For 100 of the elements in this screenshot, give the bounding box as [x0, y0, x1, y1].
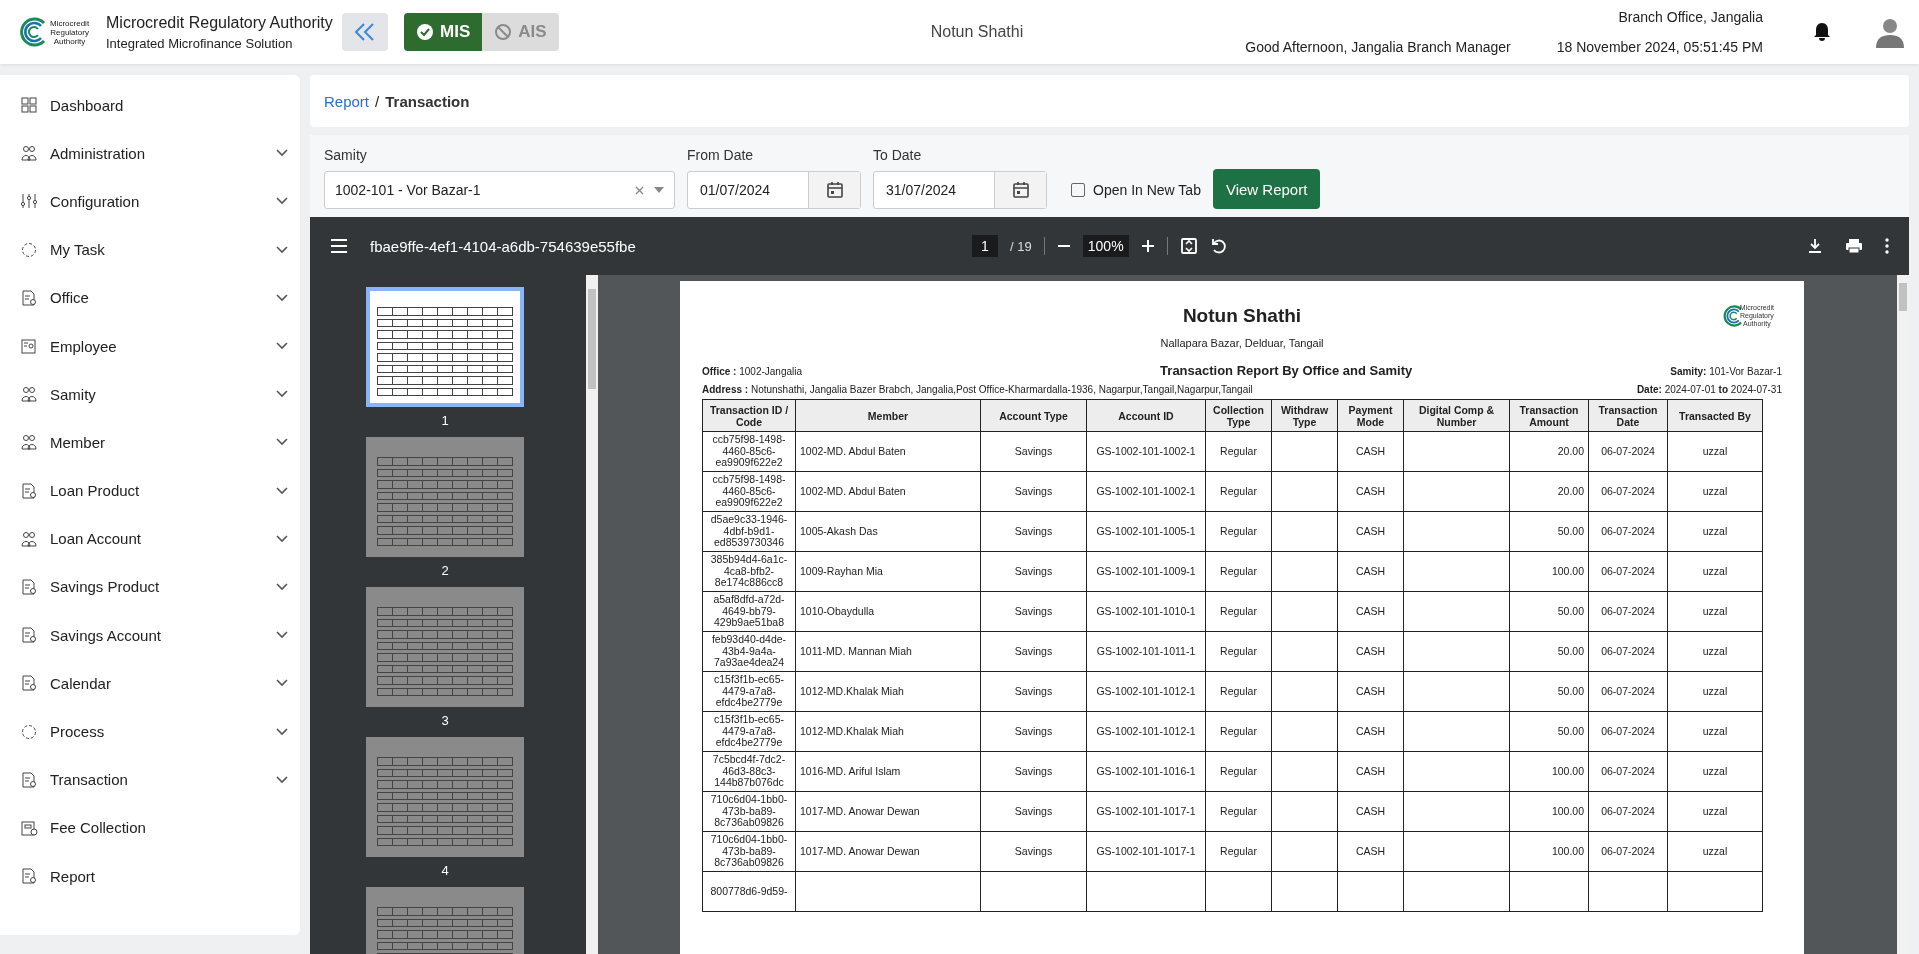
table-cell: Savings [980, 831, 1087, 872]
checkbox[interactable] [1071, 183, 1085, 197]
sidebar-item[interactable]: Loan Product [0, 466, 300, 515]
date-field[interactable]: 01/07/2024 [687, 171, 861, 209]
table-cell: Regular [1205, 471, 1272, 512]
table-cell: uzzal [1667, 431, 1763, 472]
table-cell: GS-1002-101-1010-1 [1086, 591, 1206, 632]
view-report-button[interactable]: View Report [1212, 169, 1321, 209]
column-header: Withdraw Type [1271, 399, 1338, 432]
document-icon [20, 674, 38, 693]
logo-text: Microcredit Regulatory Authority [50, 18, 90, 46]
sidebar-item[interactable]: Transaction [0, 755, 300, 804]
table-cell: 06-07-2024 [1588, 831, 1668, 872]
dotted-circle-icon [20, 722, 38, 741]
breadcrumb-link[interactable]: Report [324, 92, 370, 110]
sidebar-item[interactable]: Employee [0, 321, 300, 371]
page-thumbnail[interactable] [366, 287, 524, 407]
collapse-sidebar-button[interactable] [342, 13, 388, 51]
table-cell: uzzal [1667, 631, 1763, 672]
greeting-text: Good Afternoon, Jangalia Branch Manager [1245, 39, 1511, 55]
menu-icon[interactable] [330, 239, 348, 253]
scrollbar[interactable] [586, 275, 598, 954]
print-icon[interactable] [1845, 238, 1863, 254]
sidebar-item[interactable]: Report [0, 852, 300, 901]
sidebar-item[interactable]: Fee Collection [0, 803, 300, 852]
table-cell: Regular [1205, 751, 1272, 792]
column-header: Account Type [980, 399, 1087, 432]
ban-icon [494, 23, 513, 41]
date-field[interactable]: 31/07/2024 [873, 171, 1047, 209]
table-cell: 06-07-2024 [1588, 431, 1668, 472]
sidebar-item[interactable]: Loan Account [0, 514, 300, 563]
table-cell: GS-1002-101-1005-1 [1086, 511, 1206, 552]
column-header: Transaction Amount [1509, 399, 1589, 432]
table-cell: ccb75f98-1498-4460-85c6-ea9909f622e2 [702, 471, 796, 512]
table-cell: uzzal [1667, 791, 1763, 832]
user-avatar-icon[interactable] [1875, 16, 1905, 48]
table-cell: CASH [1337, 551, 1404, 592]
table-cell: GS-1002-101-1017-1 [1086, 791, 1206, 832]
table-cell: 20.00 [1509, 431, 1589, 472]
sidebar-item[interactable]: Samity [0, 370, 300, 419]
more-options-icon[interactable] [1885, 238, 1889, 254]
table-cell: Regular [1205, 431, 1272, 472]
date-time: 18 November 2024, 05:51:45 PM [1556, 39, 1763, 55]
table-cell: Savings [980, 711, 1087, 752]
calendar-button[interactable] [808, 172, 860, 208]
page-thumbnail[interactable] [366, 437, 524, 557]
table-cell: 1012-MD.Khalak Miah [795, 671, 981, 712]
notification-bell-icon[interactable] [1813, 22, 1831, 42]
fit-page-icon[interactable] [1179, 237, 1198, 255]
table-cell: Regular [1205, 551, 1272, 592]
table-cell: uzzal [1667, 831, 1763, 872]
sidebar-item[interactable]: Savings Account [0, 611, 300, 660]
table-cell: uzzal [1667, 711, 1763, 752]
sidebar-item[interactable]: Process [0, 707, 300, 756]
table-cell: 100.00 [1509, 551, 1589, 592]
rotate-icon[interactable] [1209, 237, 1228, 255]
page-thumbnail[interactable] [366, 587, 524, 707]
table-cell: Savings [980, 511, 1087, 552]
table-cell: 1017-MD. Anowar Dewan [795, 831, 981, 872]
table-cell: Savings [980, 751, 1087, 792]
table-cell: uzzal [1667, 671, 1763, 712]
column-header: Account ID [1086, 399, 1206, 432]
table-cell: uzzal [1667, 471, 1763, 512]
sidebar-item[interactable]: Dashboard [0, 81, 300, 130]
table-cell: ccb75f98-1498-4460-85c6-ea9909f622e2 [702, 431, 796, 472]
thumbnail-label: 3 [441, 713, 449, 728]
sidebar-item[interactable]: Savings Product [0, 562, 300, 612]
calendar-button[interactable] [994, 172, 1046, 208]
sidebar-item[interactable]: Office [0, 273, 300, 322]
logo-rings-icon [18, 17, 48, 47]
page-number-field[interactable]: 1 [972, 235, 998, 257]
zoom-in-icon[interactable] [1140, 239, 1155, 253]
table-cell: 100.00 [1509, 791, 1589, 832]
sidebar-item[interactable]: Calendar [0, 659, 300, 708]
sidebar-item[interactable]: Member [0, 418, 300, 467]
dotted-circle-icon [20, 240, 38, 259]
calendar-icon [1011, 181, 1030, 199]
table-cell: 385b94d4-6a1c-4ca8-bfb2-8e174c886cc8 [702, 551, 796, 592]
table-cell: Regular [1205, 591, 1272, 632]
page-thumbnail[interactable] [366, 737, 524, 857]
sidebar-item[interactable]: My Task [0, 225, 300, 274]
table-cell: 06-07-2024 [1588, 751, 1668, 792]
download-icon[interactable] [1807, 238, 1823, 254]
sidebar-item[interactable]: Configuration [0, 177, 300, 226]
mode-toggle[interactable]: MIS [404, 13, 483, 51]
table-cell: 06-07-2024 [1588, 551, 1668, 592]
dropdown-caret-icon [654, 187, 664, 193]
sidebar-item[interactable]: Administration [0, 129, 300, 178]
table-cell: a5af8dfd-a72d-4649-bb79-429b9ae51ba8 [702, 591, 796, 632]
table-cell: c15f3f1b-ec65-4479-a7a8-efdc4be2779e [702, 711, 796, 752]
checkbox-label: Open In New Tab [1093, 182, 1201, 198]
document-icon [20, 481, 38, 500]
clear-icon[interactable] [635, 185, 644, 195]
table-cell: CASH [1337, 591, 1404, 632]
check-circle-icon [416, 23, 434, 41]
table-cell: 1011-MD. Mannan Miah [795, 631, 981, 672]
scrollbar[interactable] [1897, 275, 1909, 954]
zoom-field[interactable]: 100% [1082, 235, 1129, 257]
table-cell: 710c6d04-1bb0-473b-ba89-8c736ab09826 [702, 791, 796, 832]
samity-select[interactable]: 1002-101 - Vor Bazar-1 [324, 171, 675, 209]
